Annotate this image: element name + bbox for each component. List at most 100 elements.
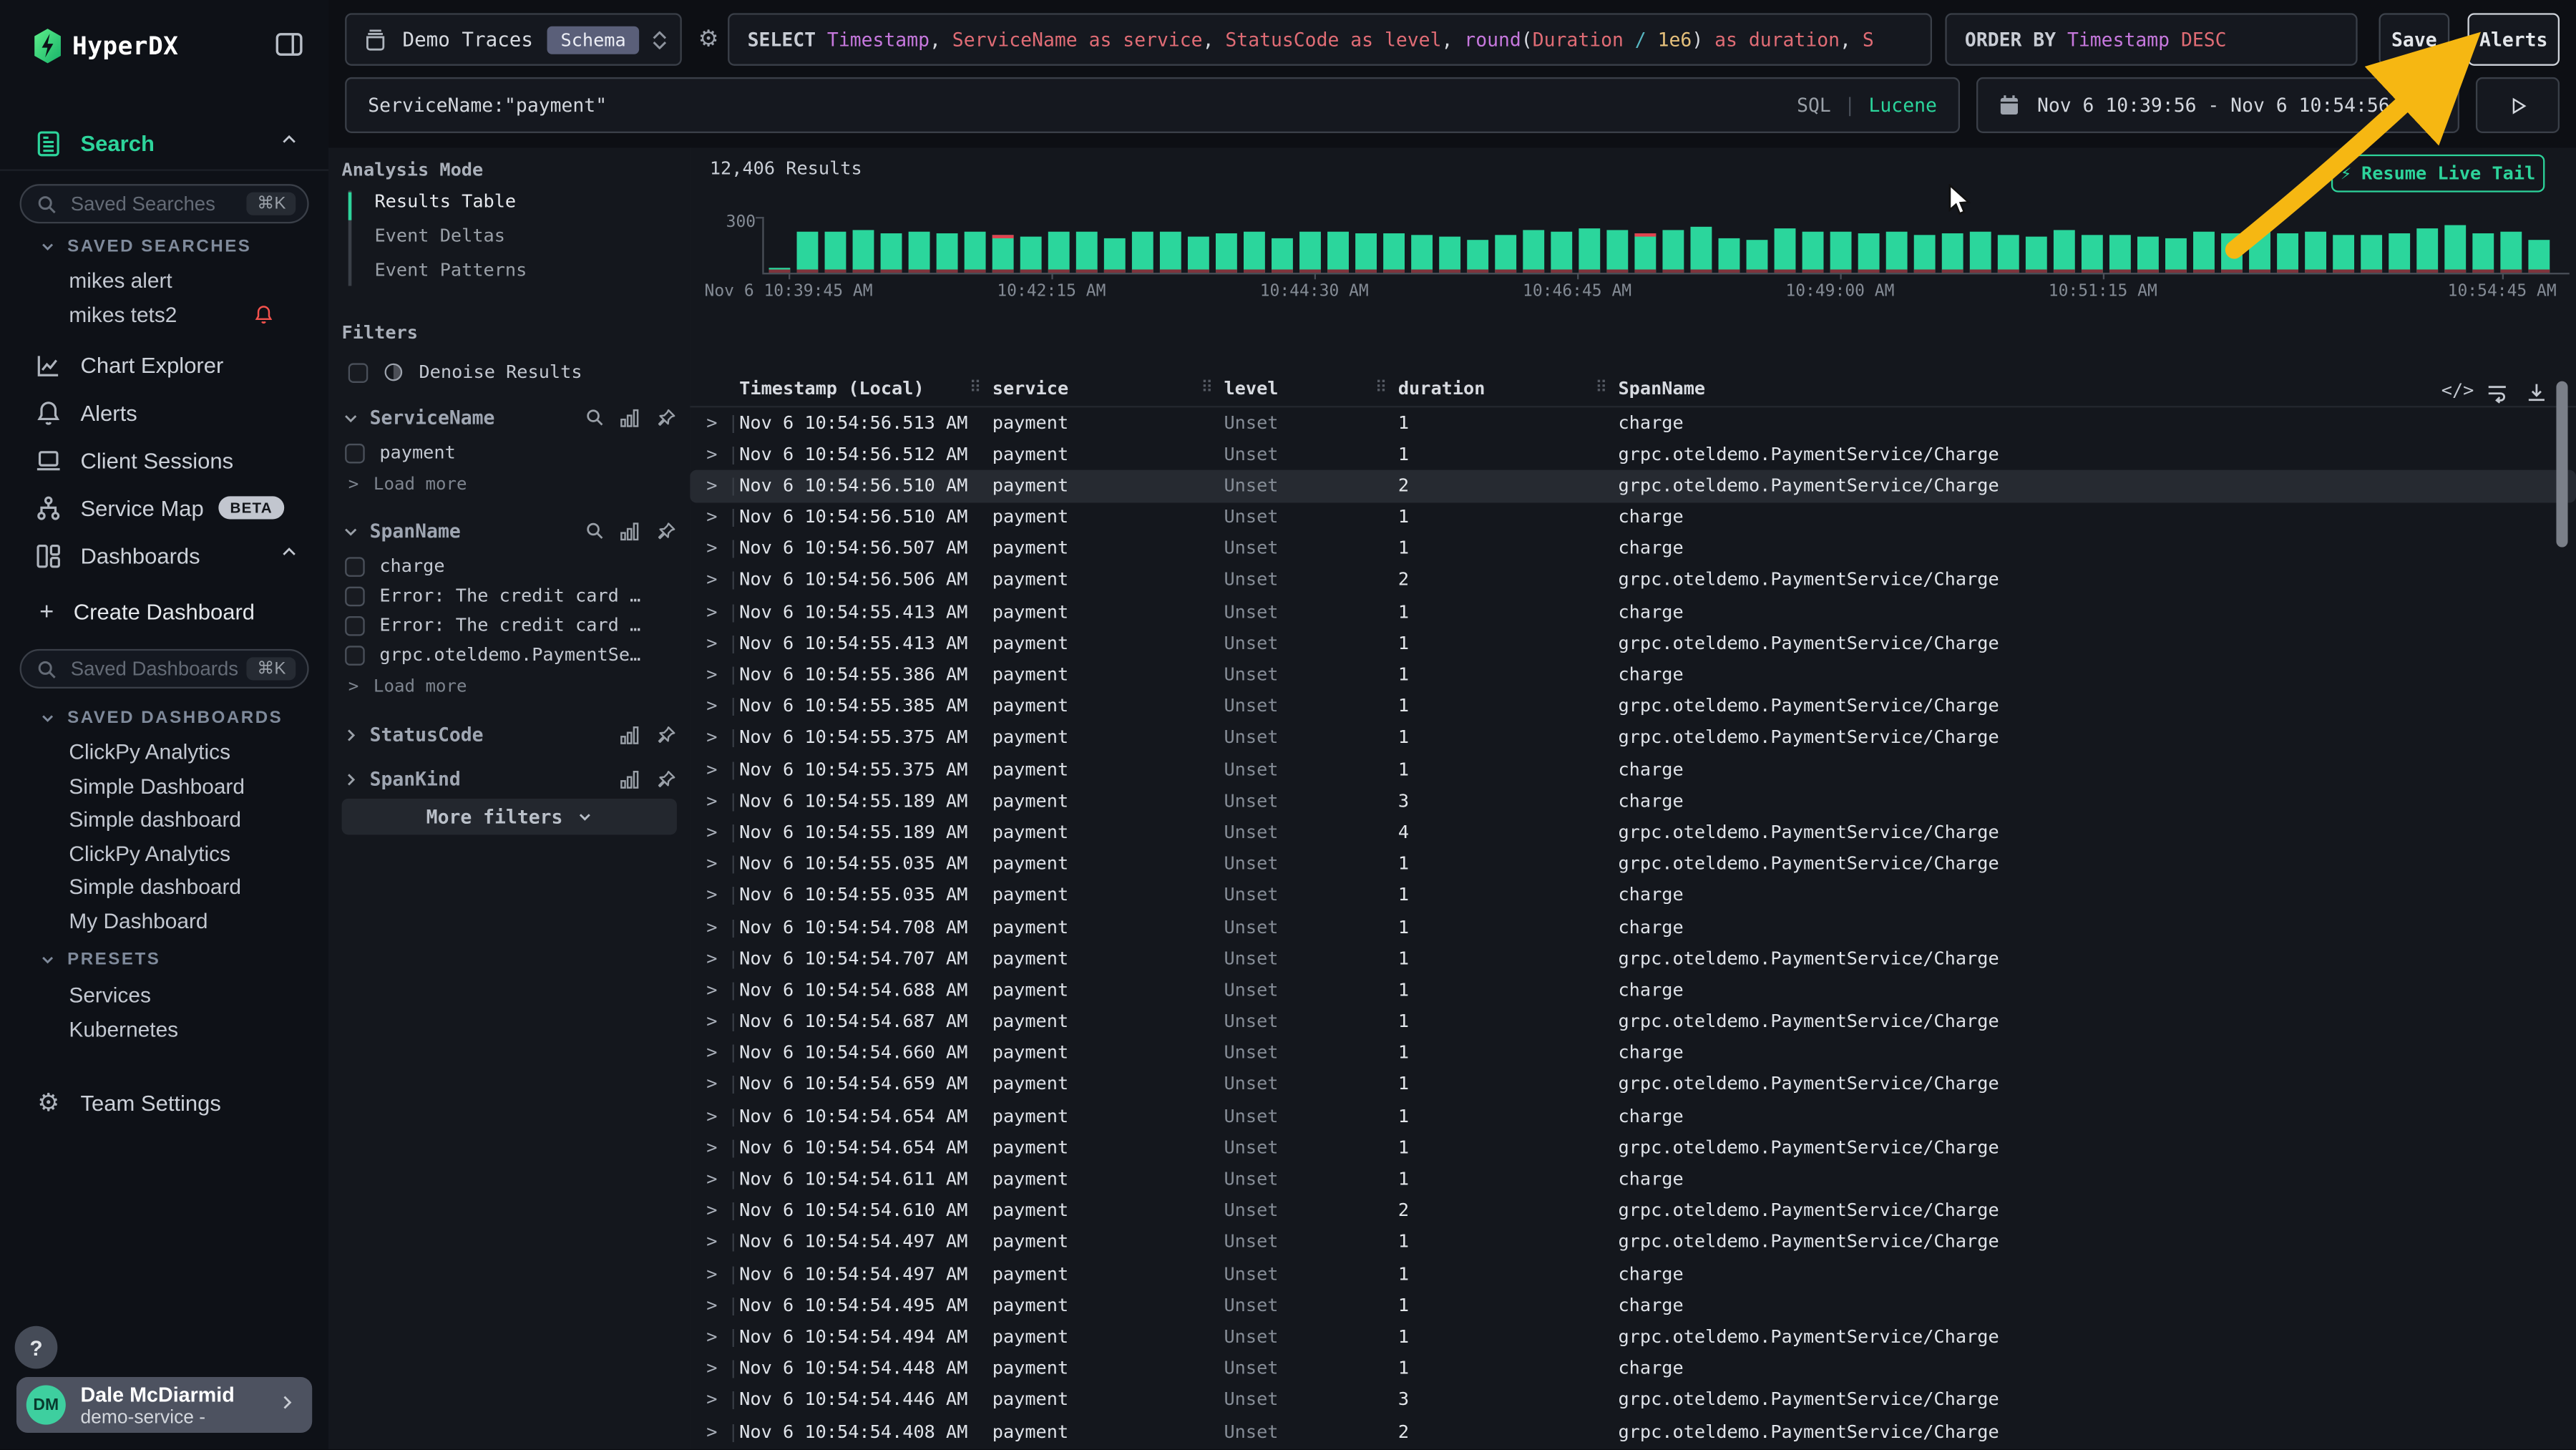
table-row[interactable]: > | Nov 6 10:54:54.688 AM payment Unset … (690, 975, 2576, 1006)
user-menu[interactable]: DM Dale McDiarmid demo-service - (16, 1377, 312, 1433)
denoise-results-checkbox[interactable]: Denoise Results (348, 361, 582, 383)
col-timestamp[interactable]: Timestamp (Local) (739, 378, 924, 399)
expand-row-chevron-icon[interactable]: > (706, 506, 717, 527)
saved-dashboards-input[interactable]: Saved Dashboards ⌘K (20, 649, 309, 688)
table-row[interactable]: > | Nov 6 10:54:56.510 AM payment Unset … (690, 502, 2576, 534)
filter-value-checkbox[interactable]: charge (345, 555, 444, 577)
table-row[interactable]: > | Nov 6 10:54:54.494 AM payment Unset … (690, 1322, 2576, 1353)
column-grip-icon[interactable]: ⠿ (1595, 379, 1607, 397)
saved-search-item[interactable]: mikes alert (69, 268, 328, 292)
sidebar-item-alerts[interactable]: Alerts (0, 394, 328, 431)
analysis-mode-event-deltas[interactable]: Event Deltas (374, 225, 504, 247)
expand-row-chevron-icon[interactable]: > (706, 537, 717, 559)
filter-value-checkbox[interactable]: Error: The credit card … (345, 615, 640, 636)
table-row[interactable]: > | Nov 6 10:54:54.660 AM payment Unset … (690, 1038, 2576, 1069)
expand-row-chevron-icon[interactable]: > (706, 1421, 717, 1442)
filter-group-statuscode[interactable]: StatusCode (342, 723, 677, 746)
expand-row-chevron-icon[interactable]: > (706, 1263, 717, 1285)
table-row[interactable]: > | Nov 6 10:54:54.659 AM payment Unset … (690, 1070, 2576, 1101)
table-row[interactable]: > | Nov 6 10:54:54.446 AM payment Unset … (690, 1385, 2576, 1416)
expand-row-chevron-icon[interactable]: > (706, 916, 717, 938)
bar-chart-icon[interactable] (620, 768, 641, 789)
saved-searches-heading[interactable]: SAVED SEARCHES (39, 237, 251, 257)
analysis-mode-results-table[interactable]: Results Table (374, 190, 516, 212)
expand-row-chevron-icon[interactable]: > (706, 948, 717, 969)
table-row[interactable]: > | Nov 6 10:54:54.497 AM payment Unset … (690, 1227, 2576, 1259)
chevron-up-icon[interactable] (279, 128, 299, 157)
search-icon[interactable] (585, 521, 605, 541)
table-row[interactable]: > | Nov 6 10:54:54.611 AM payment Unset … (690, 1164, 2576, 1196)
scrollbar-thumb[interactable] (2556, 381, 2567, 548)
filter-group-spanname[interactable]: SpanName (342, 520, 677, 542)
expand-row-chevron-icon[interactable]: > (706, 600, 717, 622)
table-row[interactable]: > | Nov 6 10:54:55.413 AM payment Unset … (690, 597, 2576, 628)
pin-icon[interactable] (655, 520, 677, 542)
checkbox[interactable] (345, 556, 365, 576)
table-row[interactable]: > | Nov 6 10:54:54.687 AM payment Unset … (690, 1006, 2576, 1038)
table-row[interactable]: > | Nov 6 10:54:54.408 AM payment Unset … (690, 1416, 2576, 1448)
column-grip-icon[interactable]: ⠿ (1201, 379, 1213, 397)
preset-item[interactable]: Services (69, 983, 150, 1007)
col-spanname[interactable]: SpanName (1618, 378, 1705, 399)
pin-icon[interactable] (655, 724, 677, 745)
expand-row-chevron-icon[interactable]: > (706, 1137, 717, 1158)
expand-row-chevron-icon[interactable]: > (706, 1295, 717, 1316)
expand-row-chevron-icon[interactable]: > (706, 1011, 717, 1032)
pin-icon[interactable] (655, 768, 677, 789)
expand-row-chevron-icon[interactable]: > (706, 1105, 717, 1127)
expand-row-chevron-icon[interactable]: > (706, 1074, 717, 1095)
presets-heading[interactable]: PRESETS (39, 950, 160, 970)
filter-group-spankind[interactable]: SpanKind (342, 767, 677, 790)
lang-lucene-toggle[interactable]: Lucene (1869, 94, 1937, 117)
lang-sql-toggle[interactable]: SQL (1797, 94, 1831, 117)
saved-search-item[interactable]: mikes tets2 (69, 302, 328, 326)
expand-row-chevron-icon[interactable]: > (706, 443, 717, 464)
expand-row-chevron-icon[interactable]: > (706, 1232, 717, 1253)
expand-row-chevron-icon[interactable]: > (706, 822, 717, 843)
run-query-button[interactable] (2476, 77, 2560, 133)
checkbox[interactable] (345, 615, 365, 636)
checkbox[interactable] (348, 362, 369, 382)
analysis-mode-event-patterns[interactable]: Event Patterns (374, 260, 527, 281)
expand-row-chevron-icon[interactable]: > (706, 727, 717, 749)
table-row[interactable]: > | Nov 6 10:54:55.189 AM payment Unset … (690, 817, 2576, 849)
saved-dashboard-item[interactable]: Simple dashboard (69, 807, 241, 831)
preset-item[interactable]: Kubernetes (69, 1017, 178, 1041)
expand-row-chevron-icon[interactable]: > (706, 853, 717, 875)
filter-value-checkbox[interactable]: payment (345, 442, 456, 464)
saved-dashboards-heading[interactable]: SAVED DASHBOARDS (39, 709, 283, 729)
time-range-picker[interactable]: Nov 6 10:39:56 - Nov 6 10:54:56 (1976, 77, 2459, 133)
data-source-select[interactable]: Demo Traces Schema (345, 13, 682, 65)
pin-icon[interactable] (655, 407, 677, 428)
source-settings-gear-icon[interactable]: ⚙ (698, 24, 719, 52)
saved-dashboard-item[interactable]: Simple Dashboard (69, 773, 245, 797)
sidebar-item-dashboards[interactable]: Dashboards (0, 537, 328, 574)
sidebar-item-search[interactable]: Search (0, 125, 328, 161)
table-row[interactable]: > | Nov 6 10:54:54.654 AM payment Unset … (690, 1133, 2576, 1164)
table-row[interactable]: > | Nov 6 10:54:54.707 AM payment Unset … (690, 943, 2576, 975)
expand-row-chevron-icon[interactable]: > (706, 1389, 717, 1411)
table-row[interactable]: > | Nov 6 10:54:54.610 AM payment Unset … (690, 1196, 2576, 1227)
column-grip-icon[interactable]: ⠿ (970, 379, 982, 397)
filter-value-checkbox[interactable]: grpc.oteldemo.PaymentSe… (345, 644, 640, 666)
table-row[interactable]: > | Nov 6 10:54:54.448 AM payment Unset … (690, 1353, 2576, 1385)
search-icon[interactable] (585, 407, 605, 427)
table-row[interactable]: > | Nov 6 10:54:56.507 AM payment Unset … (690, 534, 2576, 565)
checkbox[interactable] (345, 585, 365, 605)
filter-value-checkbox[interactable]: Error: The credit card … (345, 585, 640, 606)
table-row[interactable]: > | Nov 6 10:54:55.385 AM payment Unset … (690, 691, 2576, 723)
filter-group-servicename[interactable]: ServiceName (342, 406, 677, 429)
expand-row-chevron-icon[interactable]: > (706, 1326, 717, 1348)
table-row[interactable]: > | Nov 6 10:54:55.413 AM payment Unset … (690, 628, 2576, 660)
col-duration[interactable]: duration (1398, 378, 1485, 399)
column-grip-icon[interactable]: ⠿ (1375, 379, 1387, 397)
collapse-sidebar-icon[interactable] (274, 29, 303, 67)
expand-row-chevron-icon[interactable]: > (706, 696, 717, 717)
help-button[interactable]: ? (15, 1326, 58, 1369)
saved-dashboard-item[interactable]: Simple dashboard (69, 874, 241, 898)
expand-row-chevron-icon[interactable]: > (706, 412, 717, 433)
sidebar-item-client-sessions[interactable]: Client Sessions (0, 442, 328, 479)
code-view-icon[interactable]: </> (2441, 379, 2474, 401)
expand-row-chevron-icon[interactable]: > (706, 632, 717, 653)
expand-row-chevron-icon[interactable]: > (706, 1042, 717, 1064)
